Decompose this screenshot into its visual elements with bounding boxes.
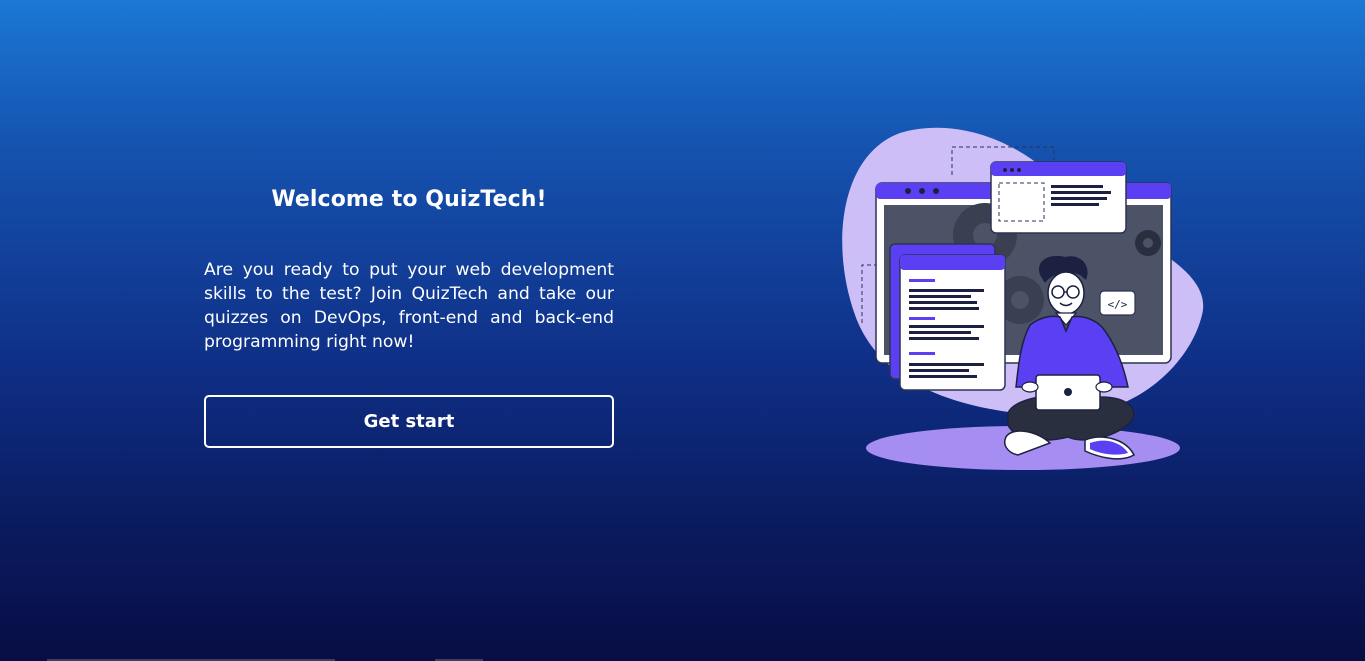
- page-title: Welcome to QuizTech!: [271, 187, 547, 212]
- code-document: [899, 254, 1006, 391]
- developer-illustration: </>: [842, 127, 1204, 470]
- floating-card-top: [990, 161, 1127, 234]
- get-start-button[interactable]: Get start: [204, 395, 614, 448]
- hero-text-block: Welcome to QuizTech! Are you ready to pu…: [204, 180, 614, 448]
- code-tag-label: </>: [1108, 298, 1128, 311]
- hero-description: Are you ready to put your web developmen…: [204, 260, 614, 352]
- code-tag-icon: </>: [1099, 290, 1136, 316]
